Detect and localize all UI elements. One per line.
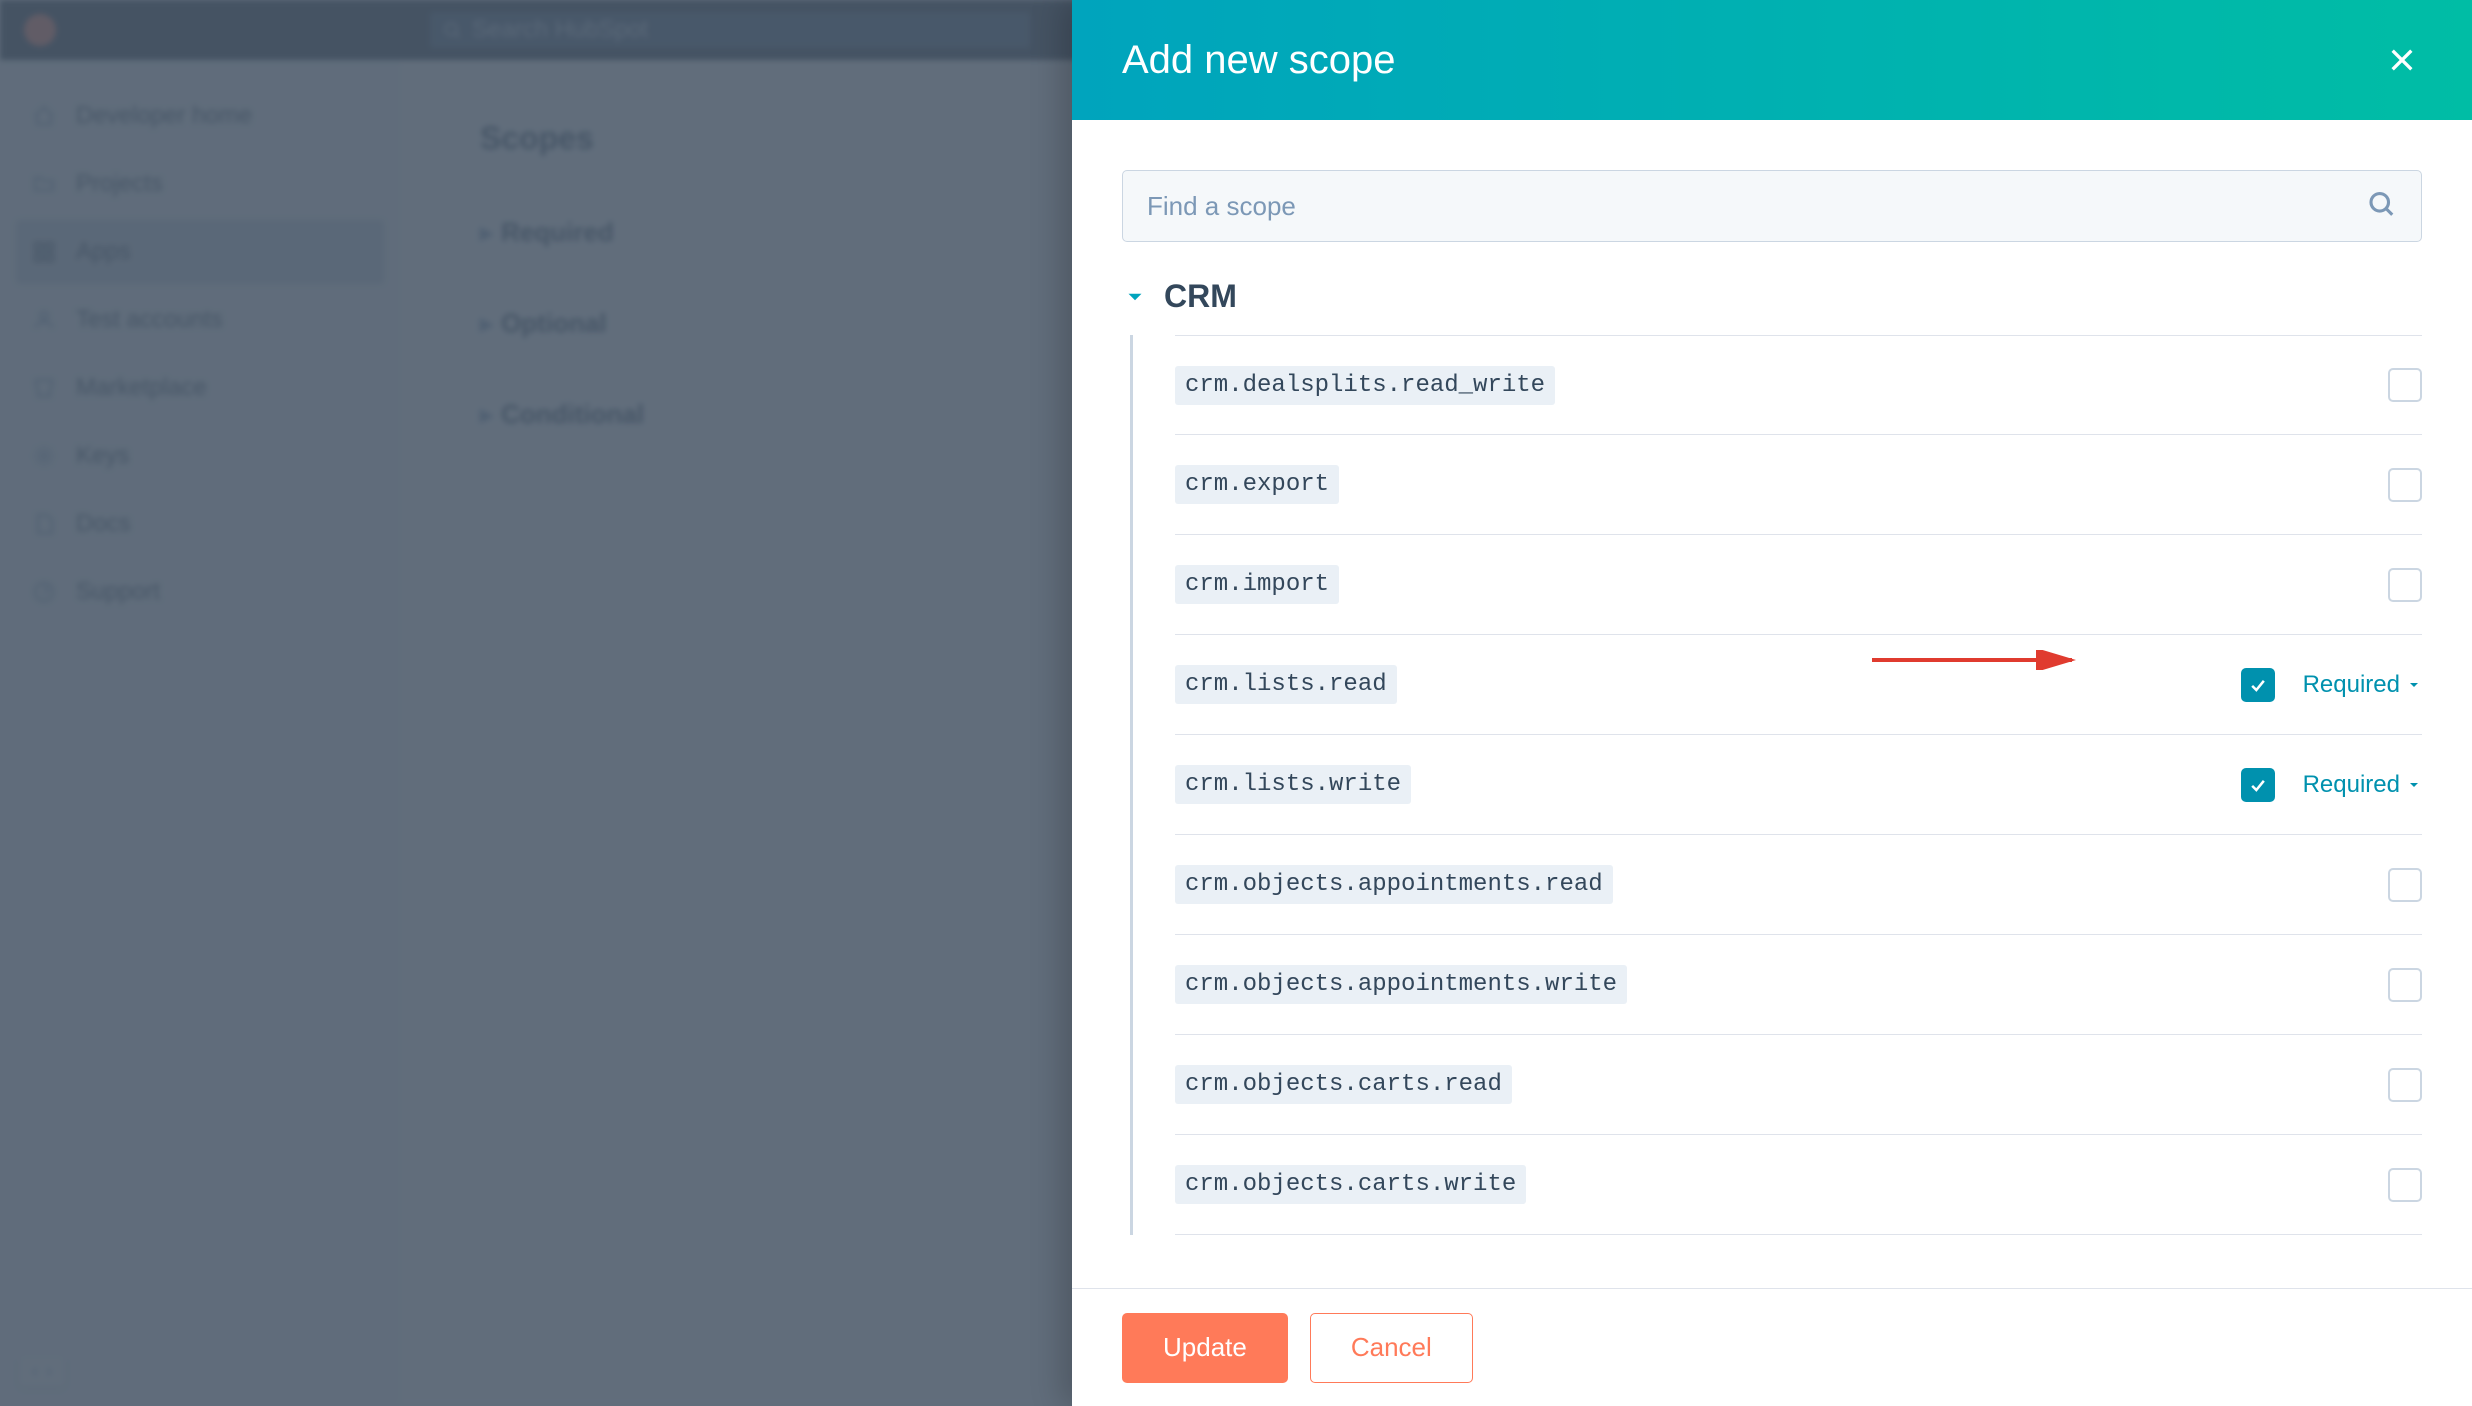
scope-checkbox[interactable]	[2388, 368, 2422, 402]
scope-name: crm.dealsplits.read_write	[1175, 366, 1555, 405]
cancel-button[interactable]: Cancel	[1310, 1313, 1473, 1383]
scope-checkbox[interactable]	[2388, 868, 2422, 902]
scope-name: crm.import	[1175, 565, 1339, 604]
close-icon	[2386, 44, 2418, 76]
scope-name: crm.export	[1175, 465, 1339, 504]
scope-name: crm.objects.carts.write	[1175, 1165, 1526, 1204]
scope-search-wrapper	[1122, 170, 2422, 242]
scope-name: crm.objects.appointments.write	[1175, 965, 1627, 1004]
chevron-down-icon	[1122, 284, 1148, 310]
button-label: Cancel	[1351, 1332, 1432, 1363]
scope-checkbox[interactable]	[2388, 1168, 2422, 1202]
scope-list: crm.dealsplits.read_write crm.export crm…	[1130, 335, 2422, 1235]
button-label: Update	[1163, 1332, 1247, 1363]
scope-search-input[interactable]	[1122, 170, 2422, 242]
modal-title: Add new scope	[1122, 38, 1396, 83]
scope-row: crm.export	[1175, 435, 2422, 535]
scope-row: crm.import	[1175, 535, 2422, 635]
scope-row: crm.objects.appointments.write	[1175, 935, 2422, 1035]
required-label: Required	[2303, 671, 2400, 699]
scope-checkbox[interactable]	[2241, 668, 2275, 702]
scope-checkbox[interactable]	[2241, 768, 2275, 802]
scope-row: crm.objects.carts.read	[1175, 1035, 2422, 1135]
scope-name: crm.lists.read	[1175, 665, 1397, 704]
scope-checkbox[interactable]	[2388, 968, 2422, 1002]
category-toggle-crm[interactable]: CRM	[1122, 278, 2422, 315]
scope-row: crm.objects.carts.write	[1175, 1135, 2422, 1235]
modal-body: CRM crm.dealsplits.read_write crm.export…	[1072, 120, 2472, 1288]
scope-row-lists-read: crm.lists.read Required	[1175, 635, 2422, 735]
chevron-down-icon	[2406, 677, 2422, 693]
scope-row: crm.lists.write Required	[1175, 735, 2422, 835]
scope-row: crm.objects.appointments.read	[1175, 835, 2422, 935]
scope-name: crm.lists.write	[1175, 765, 1411, 804]
modal-footer: Update Cancel	[1072, 1288, 2472, 1406]
required-dropdown[interactable]: Required	[2303, 671, 2422, 699]
required-label: Required	[2303, 771, 2400, 799]
scope-checkbox[interactable]	[2388, 1068, 2422, 1102]
modal-header: Add new scope	[1072, 0, 2472, 120]
chevron-down-icon	[2406, 777, 2422, 793]
close-button[interactable]	[2382, 40, 2422, 80]
scope-row: crm.dealsplits.read_write	[1175, 335, 2422, 435]
category-label: CRM	[1164, 278, 1237, 315]
update-button[interactable]: Update	[1122, 1313, 1288, 1383]
required-dropdown[interactable]: Required	[2303, 771, 2422, 799]
search-icon	[2366, 189, 2396, 224]
scope-checkbox[interactable]	[2388, 568, 2422, 602]
scope-checkbox[interactable]	[2388, 468, 2422, 502]
scope-name: crm.objects.carts.read	[1175, 1065, 1512, 1104]
scope-name: crm.objects.appointments.read	[1175, 865, 1613, 904]
add-scope-panel: Add new scope CRM crm.dealsplits.read_wr…	[1072, 0, 2472, 1406]
